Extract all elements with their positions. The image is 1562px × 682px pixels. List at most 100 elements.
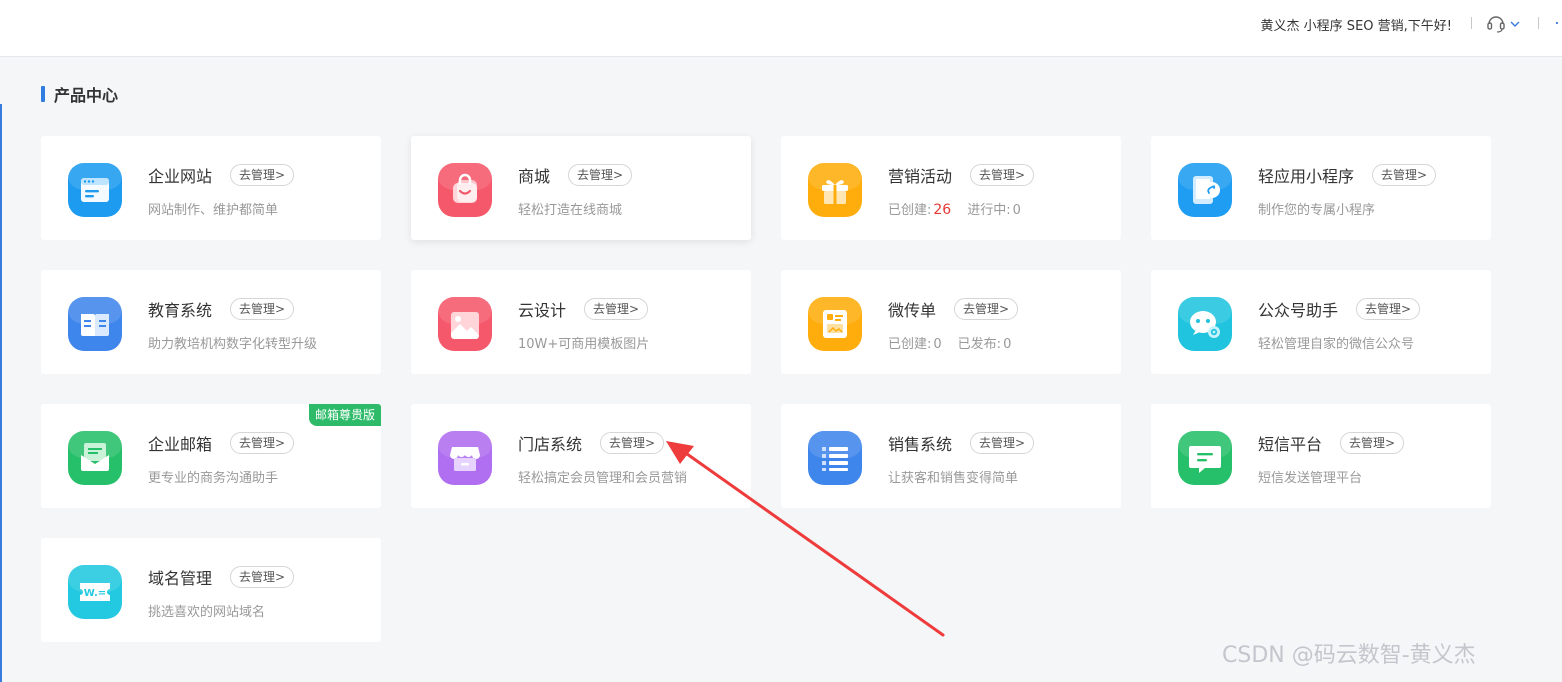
card-title: 微传单 — [888, 301, 937, 320]
card-header: 公众号助手 去管理> — [1258, 297, 1421, 321]
product-card[interactable]: 企业邮箱 去管理> 更专业的商务沟通助手 邮箱尊贵版 — [41, 404, 381, 508]
card-header: 销售系统 去管理> — [888, 431, 1035, 455]
stat-value: 26 — [933, 202, 952, 218]
manage-button[interactable]: 去管理> — [970, 164, 1035, 186]
user-greeting: 黄义杰 小程序 SEO 营销,下午好! — [1260, 19, 1452, 34]
card-header: 域名管理 去管理> — [148, 565, 295, 589]
image-icon — [438, 297, 492, 351]
card-header: 企业邮箱 去管理> — [148, 431, 295, 455]
product-card[interactable]: 微传单 去管理> 已创建: 0 已发布: 0 — [781, 270, 1121, 374]
card-header: 商城 去管理> — [518, 163, 633, 187]
watermark: CSDN @码云数智-黄义杰 — [1222, 643, 1476, 668]
manage-button[interactable]: 去管理> — [954, 298, 1019, 320]
wechat-icon — [1178, 297, 1232, 351]
flyer-icon — [808, 297, 862, 351]
card-title: 销售系统 — [888, 435, 953, 454]
card-header: 云设计 去管理> — [518, 297, 649, 321]
stat-label: 已创建: — [888, 203, 932, 218]
product-card[interactable]: 公众号助手 去管理> 轻松管理自家的微信公众号 — [1151, 270, 1491, 374]
stat-label: 进行中: — [967, 203, 1011, 218]
card-title: 门店系统 — [518, 435, 583, 454]
card-header: 短信平台 去管理> — [1258, 431, 1405, 455]
more-icon[interactable]: ⠄ — [1554, 14, 1562, 29]
product-card[interactable]: 企业网站 去管理> 网站制作、维护都简单 — [41, 136, 381, 240]
card-description: 让获客和销售变得简单 — [888, 471, 1019, 486]
product-card[interactable]: 短信平台 去管理> 短信发送管理平台 — [1151, 404, 1491, 508]
sms-icon — [1178, 431, 1232, 485]
card-description: 轻松搞定会员管理和会员营销 — [518, 471, 688, 486]
premium-badge: 邮箱尊贵版 — [308, 404, 381, 426]
shopping-bag-icon — [438, 163, 492, 217]
card-header: 营销活动 去管理> — [888, 163, 1035, 187]
product-card[interactable]: 营销活动 去管理> 已创建: 26 进行中: 0 — [781, 136, 1121, 240]
website-icon — [68, 163, 122, 217]
card-header: 企业网站 去管理> — [148, 163, 295, 187]
manage-button[interactable]: 去管理> — [600, 432, 665, 454]
card-title: 企业邮箱 — [148, 435, 213, 454]
card-title: 企业网站 — [148, 167, 213, 186]
section-title: 产品中心 — [41, 85, 119, 105]
customer-service-icon[interactable] — [1486, 12, 1522, 34]
svg-text:W.=: W.= — [84, 588, 106, 599]
card-stats: 已创建: 26 进行中: 0 — [888, 199, 1037, 218]
manage-button[interactable]: 去管理> — [1356, 298, 1421, 320]
manage-button[interactable]: 去管理> — [584, 298, 649, 320]
product-card[interactable]: 云设计 去管理> 10W+可商用模板图片 — [411, 270, 751, 374]
card-header: 门店系统 去管理> — [518, 431, 665, 455]
gift-icon — [808, 163, 862, 217]
card-title: 商城 — [518, 167, 551, 186]
stat-value: 0 — [933, 337, 942, 352]
list-icon — [808, 431, 862, 485]
card-header: 轻应用小程序 去管理> — [1258, 163, 1437, 187]
stat-label: 已创建: — [888, 337, 932, 352]
sidebar-edge — [0, 104, 2, 682]
divider — [1538, 17, 1539, 29]
card-description: 制作您的专属小程序 — [1258, 203, 1376, 218]
product-card[interactable]: W.= 域名管理 去管理> 挑选喜欢的网站域名 — [41, 538, 381, 642]
card-stats: 已创建: 0 已发布: 0 — [888, 333, 1027, 352]
mini-program-icon — [1178, 163, 1232, 217]
product-card[interactable]: 销售系统 去管理> 让获客和销售变得简单 — [781, 404, 1121, 508]
manage-button[interactable]: 去管理> — [1372, 164, 1437, 186]
card-description: 轻松打造在线商城 — [518, 203, 623, 218]
card-title: 教育系统 — [148, 301, 213, 320]
book-icon — [68, 297, 122, 351]
card-description: 10W+可商用模板图片 — [518, 337, 650, 352]
card-description: 短信发送管理平台 — [1258, 471, 1363, 486]
section-title-text: 产品中心 — [54, 86, 119, 105]
card-title: 轻应用小程序 — [1258, 167, 1355, 186]
title-accent-bar — [41, 86, 45, 102]
manage-button[interactable]: 去管理> — [1340, 432, 1405, 454]
stat-value: 0 — [1003, 337, 1012, 352]
divider — [1471, 17, 1472, 29]
manage-button[interactable]: 去管理> — [230, 432, 295, 454]
card-title: 公众号助手 — [1258, 301, 1339, 320]
chevron-down-icon — [1510, 21, 1520, 27]
manage-button[interactable]: 去管理> — [568, 164, 633, 186]
card-description: 更专业的商务沟通助手 — [148, 471, 279, 486]
stat-value: 0 — [1012, 203, 1021, 218]
card-description: 轻松管理自家的微信公众号 — [1258, 337, 1415, 352]
top-bar: 黄义杰 小程序 SEO 营销,下午好! ⠄ — [0, 0, 1562, 57]
card-title: 域名管理 — [148, 569, 213, 588]
product-card[interactable]: 门店系统 去管理> 轻松搞定会员管理和会员营销 — [411, 404, 751, 508]
stat-label: 已发布: — [957, 337, 1002, 352]
card-title: 营销活动 — [888, 167, 953, 186]
card-description: 助力教培机构数字化转型升级 — [148, 337, 318, 352]
card-header: 微传单 去管理> — [888, 297, 1019, 321]
manage-button[interactable]: 去管理> — [230, 164, 295, 186]
manage-button[interactable]: 去管理> — [970, 432, 1035, 454]
card-header: 教育系统 去管理> — [148, 297, 295, 321]
card-description: 挑选喜欢的网站域名 — [148, 605, 266, 620]
card-title: 短信平台 — [1258, 435, 1323, 454]
product-card[interactable]: 教育系统 去管理> 助力教培机构数字化转型升级 — [41, 270, 381, 374]
product-card[interactable]: 商城 去管理> 轻松打造在线商城 — [411, 136, 751, 240]
card-title: 云设计 — [518, 301, 567, 320]
manage-button[interactable]: 去管理> — [230, 566, 295, 588]
manage-button[interactable]: 去管理> — [230, 298, 295, 320]
mail-icon — [68, 431, 122, 485]
domain-icon: W.= — [68, 565, 122, 619]
store-icon — [438, 431, 492, 485]
card-description: 网站制作、维护都简单 — [148, 203, 279, 218]
product-card[interactable]: 轻应用小程序 去管理> 制作您的专属小程序 — [1151, 136, 1491, 240]
